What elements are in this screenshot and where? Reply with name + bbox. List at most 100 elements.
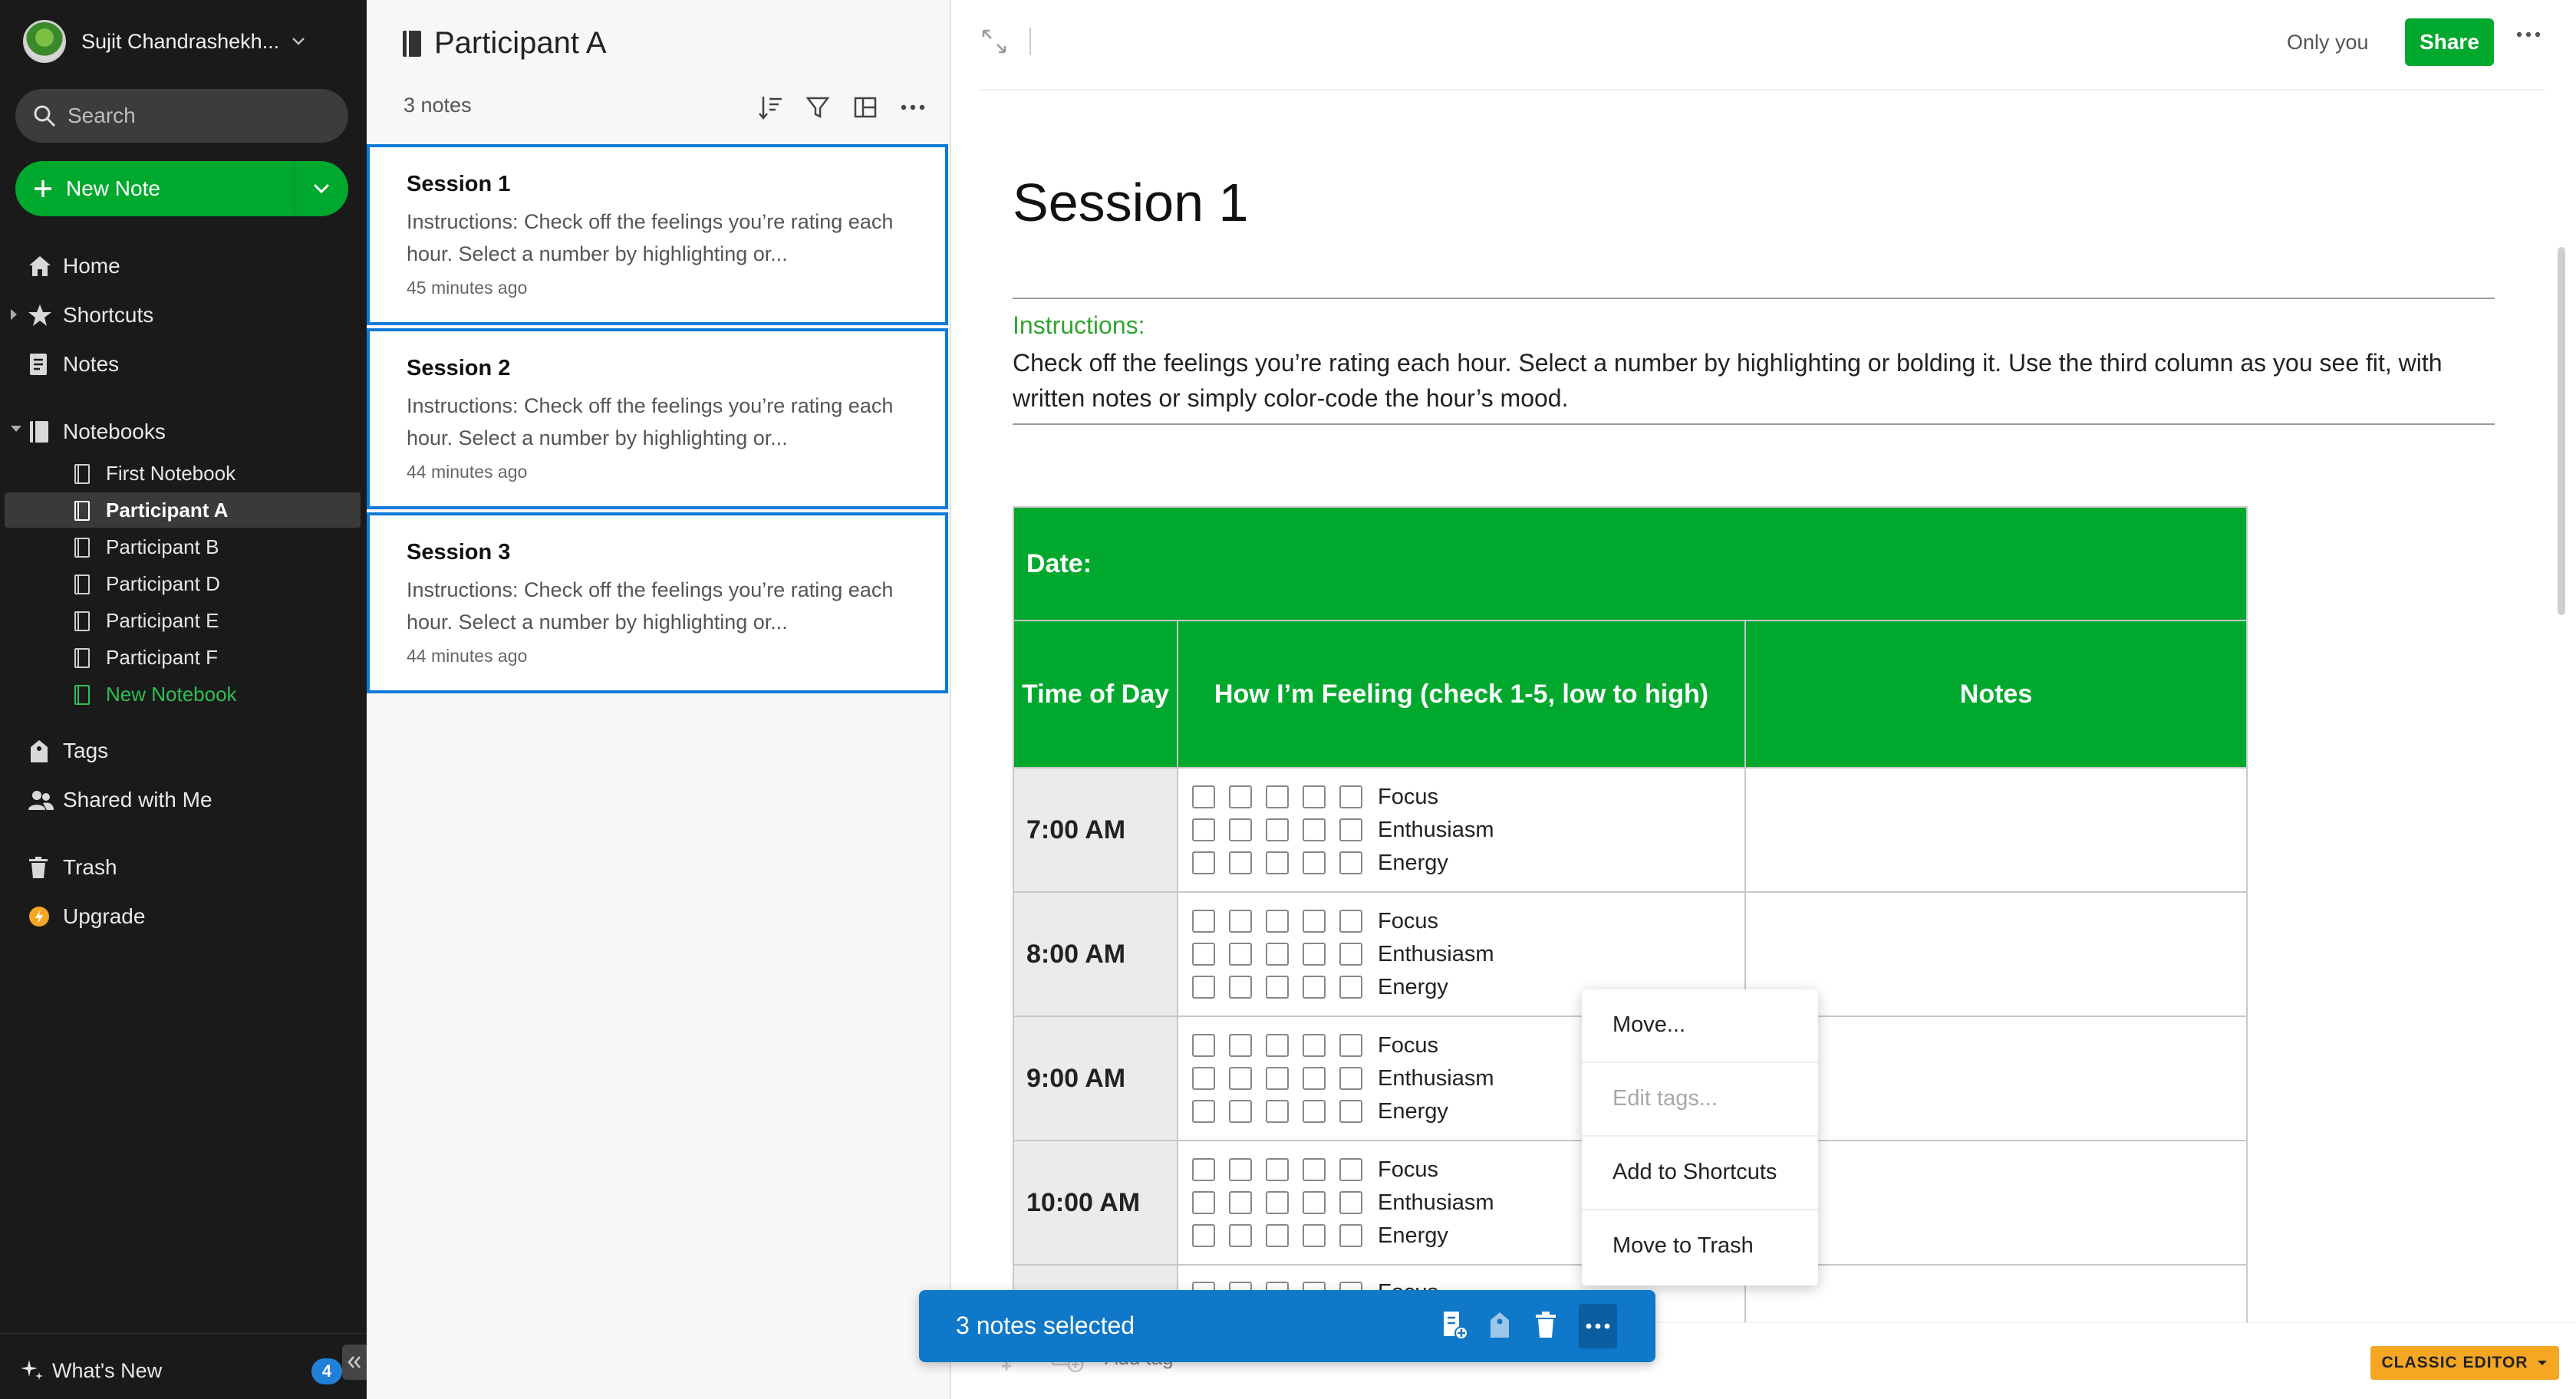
checkbox[interactable] — [1266, 1067, 1289, 1090]
checkbox[interactable] — [1192, 1191, 1215, 1214]
checkbox[interactable] — [1339, 1158, 1362, 1181]
notes-cell[interactable] — [1744, 891, 2248, 1017]
new-note-button[interactable]: New Note — [15, 161, 348, 216]
checkbox[interactable] — [1229, 1158, 1252, 1181]
filter-icon[interactable] — [802, 92, 833, 123]
checkbox[interactable] — [1339, 1067, 1362, 1090]
more-options-button[interactable] — [1579, 1304, 1617, 1348]
checkbox[interactable] — [1192, 1034, 1215, 1057]
tag-icon[interactable] — [1488, 1310, 1511, 1341]
merge-notes-icon[interactable] — [1441, 1310, 1468, 1341]
checkbox[interactable] — [1266, 818, 1289, 841]
notes-cell[interactable] — [1744, 767, 2248, 893]
checkbox[interactable] — [1229, 910, 1252, 933]
notes-cell[interactable] — [1744, 1140, 2248, 1266]
checkbox[interactable] — [1339, 1191, 1362, 1214]
checkbox[interactable] — [1303, 1067, 1326, 1090]
notebook-item[interactable]: Participant E — [5, 603, 361, 638]
nav-shared[interactable]: Shared with Me — [0, 779, 367, 821]
checkbox[interactable] — [1339, 943, 1362, 966]
checkbox[interactable] — [1266, 1100, 1289, 1123]
checkbox[interactable] — [1192, 976, 1215, 999]
checkbox[interactable] — [1303, 943, 1326, 966]
checkbox[interactable] — [1303, 910, 1326, 933]
checkbox[interactable] — [1303, 818, 1326, 841]
date-cell[interactable]: Date: — [1013, 506, 2248, 621]
checkbox[interactable] — [1192, 1158, 1215, 1181]
note-card[interactable]: Session 3 Instructions: Check off the fe… — [367, 512, 948, 693]
checkbox[interactable] — [1266, 1158, 1289, 1181]
note-card[interactable]: Session 1 Instructions: Check off the fe… — [367, 144, 948, 325]
checkbox[interactable] — [1229, 1067, 1252, 1090]
checkbox[interactable] — [1339, 910, 1362, 933]
checkbox[interactable] — [1339, 785, 1362, 808]
new-note-main[interactable]: New Note — [15, 161, 294, 216]
nav-tags[interactable]: Tags — [0, 730, 367, 772]
menu-item-add-to-shortcuts[interactable]: Add to Shortcuts — [1582, 1137, 1818, 1207]
collapse-triangle-icon[interactable] — [9, 424, 23, 433]
checkbox[interactable] — [1303, 1034, 1326, 1057]
checkbox[interactable] — [1192, 1067, 1215, 1090]
notebook-item[interactable]: Participant B — [5, 529, 361, 565]
checkbox[interactable] — [1229, 818, 1252, 841]
checkbox[interactable] — [1229, 851, 1252, 874]
notebook-item[interactable]: Participant F — [5, 640, 361, 675]
whats-new-button[interactable]: What's New — [20, 1358, 162, 1383]
checkbox[interactable] — [1339, 1100, 1362, 1123]
avatar[interactable] — [23, 20, 66, 63]
checkbox[interactable] — [1266, 1224, 1289, 1247]
checkbox[interactable] — [1229, 785, 1252, 808]
sort-icon[interactable] — [755, 92, 786, 123]
scrollbar[interactable] — [2558, 247, 2565, 615]
checkbox[interactable] — [1229, 1100, 1252, 1123]
search-box[interactable] — [15, 89, 348, 143]
checkbox[interactable] — [1229, 943, 1252, 966]
checkbox[interactable] — [1192, 818, 1215, 841]
checkbox[interactable] — [1229, 1034, 1252, 1057]
notes-cell[interactable] — [1744, 1264, 2248, 1327]
note-card[interactable]: Session 2 Instructions: Check off the fe… — [367, 328, 948, 509]
chevron-down-icon[interactable] — [292, 37, 305, 46]
nav-home[interactable]: Home — [0, 245, 367, 287]
search-input[interactable] — [68, 104, 328, 128]
checkbox[interactable] — [1339, 818, 1362, 841]
notebook-item-active[interactable]: Participant A — [5, 492, 361, 528]
menu-item-move-to-trash[interactable]: Move to Trash — [1582, 1210, 1818, 1281]
nav-trash[interactable]: Trash — [0, 847, 367, 888]
checkbox[interactable] — [1339, 976, 1362, 999]
nav-upgrade[interactable]: Upgrade — [0, 896, 367, 937]
new-note-dropdown[interactable] — [295, 161, 348, 216]
checkbox[interactable] — [1303, 1100, 1326, 1123]
checkbox[interactable] — [1192, 943, 1215, 966]
note-title[interactable]: Session 1 — [1013, 172, 1248, 233]
notebook-item[interactable]: First Notebook — [5, 456, 361, 491]
checkbox[interactable] — [1192, 785, 1215, 808]
checkbox[interactable] — [1192, 910, 1215, 933]
checkbox[interactable] — [1192, 1100, 1215, 1123]
checkbox[interactable] — [1192, 1224, 1215, 1247]
checkbox[interactable] — [1229, 1191, 1252, 1214]
checkbox[interactable] — [1303, 785, 1326, 808]
checkbox[interactable] — [1266, 1191, 1289, 1214]
trash-icon[interactable] — [1534, 1310, 1557, 1341]
checkbox[interactable] — [1303, 851, 1326, 874]
more-options-icon[interactable] — [898, 92, 928, 123]
checkbox[interactable] — [1266, 851, 1289, 874]
checkbox[interactable] — [1266, 976, 1289, 999]
checkbox[interactable] — [1266, 910, 1289, 933]
checkbox[interactable] — [1266, 785, 1289, 808]
checkbox[interactable] — [1303, 1224, 1326, 1247]
nav-notes[interactable]: Notes — [0, 344, 367, 385]
checkbox[interactable] — [1339, 1034, 1362, 1057]
visibility-label[interactable]: Only you — [2287, 31, 2369, 54]
checkbox[interactable] — [1229, 1224, 1252, 1247]
notes-cell[interactable] — [1744, 1016, 2248, 1141]
checkbox[interactable] — [1339, 851, 1362, 874]
checkbox[interactable] — [1229, 976, 1252, 999]
expand-triangle-icon[interactable] — [9, 308, 18, 321]
checkbox[interactable] — [1192, 851, 1215, 874]
menu-item-move[interactable]: Move... — [1582, 989, 1818, 1060]
collapse-sidebar-button[interactable] — [342, 1345, 367, 1380]
checkbox[interactable] — [1303, 976, 1326, 999]
notebook-item[interactable]: Participant D — [5, 566, 361, 601]
